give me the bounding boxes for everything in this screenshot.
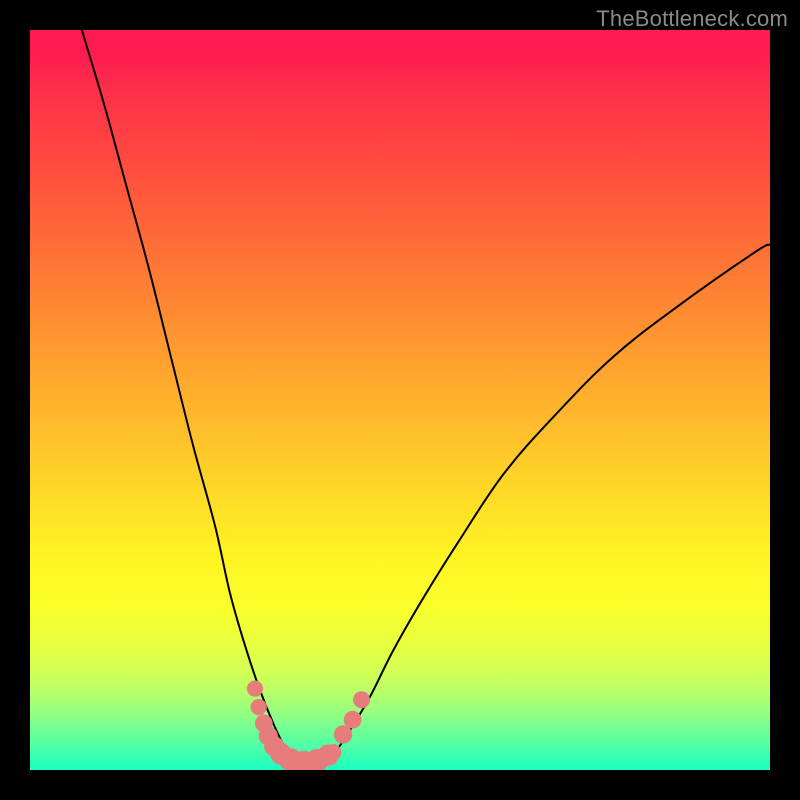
chart-svg (30, 30, 770, 770)
watermark-text: TheBottleneck.com (596, 6, 788, 32)
marker-point (344, 711, 362, 729)
plot-area (30, 30, 770, 770)
right-curve (333, 245, 770, 756)
marker-point (325, 744, 341, 760)
marker-point (334, 725, 353, 744)
marker-point (353, 691, 370, 708)
chart-frame: TheBottleneck.com (0, 0, 800, 800)
markers-group (247, 680, 370, 770)
left-curve (82, 30, 294, 759)
marker-point (251, 699, 267, 715)
marker-point (247, 680, 263, 696)
